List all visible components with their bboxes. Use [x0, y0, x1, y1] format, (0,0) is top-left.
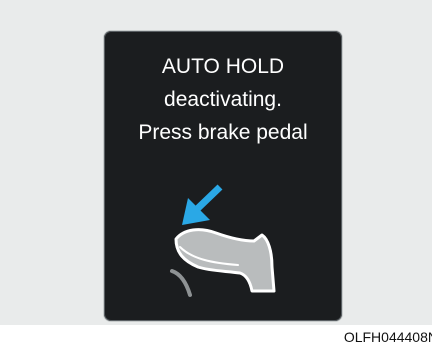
brake-graphic-svg — [170, 184, 276, 297]
message-status: deactivating. — [164, 88, 282, 111]
message-instruction: Press brake pedal — [138, 121, 308, 144]
brake-graphic — [154, 181, 304, 301]
message-title: AUTO HOLD — [161, 55, 285, 78]
cluster-display-panel: AUTO HOLD deactivating. Press brake peda… — [104, 31, 342, 321]
foot-on-brake-pedal-icon — [170, 228, 276, 297]
down-left-arrow-icon — [182, 184, 223, 225]
warning-message: AUTO HOLD deactivating. Press brake peda… — [104, 50, 342, 149]
